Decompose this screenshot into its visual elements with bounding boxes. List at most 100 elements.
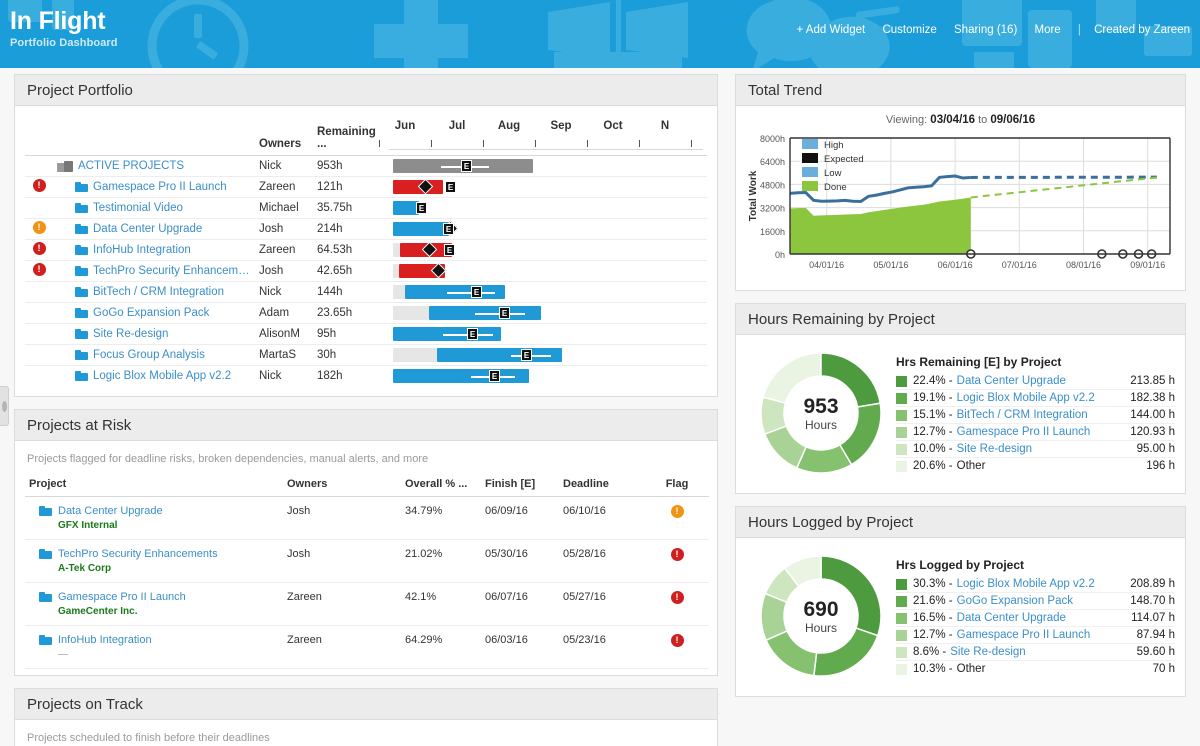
table-row[interactable]: !TechPro Security EnhancementsJosh42.65h	[25, 261, 707, 282]
legend-project-name[interactable]: Gamespace Pro II Launch	[957, 426, 1125, 438]
project-link[interactable]: ACTIVE PROJECTS	[78, 160, 184, 172]
gantt-expected-marker[interactable]: E	[461, 160, 472, 172]
gantt-expected-marker[interactable]: E	[445, 181, 456, 193]
customize-button[interactable]: Customize	[882, 24, 936, 36]
legend-project-name[interactable]: Site Re-design	[957, 443, 1131, 455]
column-header[interactable]: Owners	[283, 474, 401, 497]
legend-row[interactable]: 10.0% -Site Re-design95.00 h	[896, 441, 1175, 458]
legend-row[interactable]: 30.3% -Logic Blox Mobile App v2.2208.89 …	[896, 576, 1175, 593]
table-row[interactable]: GoGo Expansion PackAdam23.65hE	[25, 303, 707, 324]
legend-row[interactable]: 12.7% -Gamespace Pro II Launch87.94 h	[896, 627, 1175, 644]
alert-critical-icon[interactable]: !	[671, 548, 684, 561]
row-owner: Josh	[283, 540, 401, 583]
table-row[interactable]: !Gamespace Pro II LaunchZareen121hE	[25, 177, 707, 198]
table-row[interactable]: !InfoHub IntegrationZareen64.53hE	[25, 240, 707, 261]
gantt-expected-marker[interactable]: E	[521, 349, 532, 361]
legend-project-name[interactable]: GoGo Expansion Pack	[957, 595, 1125, 607]
project-link[interactable]: Gamespace Pro II Launch	[93, 181, 227, 193]
table-row[interactable]: ACTIVE PROJECTSNick953hE	[25, 156, 707, 177]
legend-row[interactable]: 12.7% -Gamespace Pro II Launch120.93 h	[896, 424, 1175, 441]
gantt-expected-marker[interactable]: E	[467, 328, 478, 340]
legend-project-name[interactable]: Logic Blox Mobile App v2.2	[957, 578, 1125, 590]
project-link[interactable]: TechPro Security Enhancements	[93, 265, 251, 277]
legend-row[interactable]: 10.3% -Other70 h	[896, 661, 1175, 677]
gantt-row[interactable]: E	[389, 240, 703, 260]
project-link[interactable]: BitTech / CRM Integration	[93, 286, 224, 298]
gantt-row[interactable]: E	[389, 366, 703, 386]
project-link[interactable]: Logic Blox Mobile App v2.2	[93, 370, 231, 382]
gantt-expected-marker[interactable]: E	[416, 202, 427, 214]
col-owners[interactable]: Owners	[255, 106, 313, 156]
table-row[interactable]: BitTech / CRM IntegrationNick144hE	[25, 282, 707, 303]
gantt-row[interactable]	[389, 261, 703, 281]
gantt-expected-marker[interactable]: E	[444, 244, 455, 256]
legend-project-name[interactable]: Data Center Upgrade	[957, 612, 1125, 624]
table-row[interactable]: InfoHub Integration—Zareen64.29%06/03/16…	[25, 626, 709, 669]
project-link[interactable]: TechPro Security Enhancements	[58, 548, 218, 560]
legend-row[interactable]: 16.5% -Data Center Upgrade114.07 h	[896, 610, 1175, 627]
legend-row[interactable]: 19.1% -Logic Blox Mobile App v2.2182.38 …	[896, 390, 1175, 407]
table-row[interactable]: Logic Blox Mobile App v2.2Nick182hE	[25, 366, 707, 387]
alert-warning-icon[interactable]: !	[671, 505, 684, 518]
column-header[interactable]: Flag	[645, 474, 709, 497]
legend-project-name[interactable]: Site Re-design	[950, 646, 1130, 658]
project-link[interactable]: Data Center Upgrade	[58, 505, 163, 517]
table-row[interactable]: Testimonial VideoMichael35.75hE	[25, 198, 707, 219]
alert-critical-icon[interactable]: !	[33, 242, 46, 255]
alert-critical-icon[interactable]: !	[671, 591, 684, 604]
column-header[interactable]: Deadline	[559, 474, 645, 497]
gantt-row[interactable]: E	[389, 345, 703, 365]
legend-project-name[interactable]: Logic Blox Mobile App v2.2	[957, 392, 1125, 404]
column-header[interactable]: Finish [E]	[481, 474, 559, 497]
legend-project-name[interactable]: Gamespace Pro II Launch	[957, 629, 1131, 641]
project-link[interactable]: InfoHub Integration	[93, 244, 191, 256]
legend-row[interactable]: 22.4% -Data Center Upgrade213.85 h	[896, 373, 1175, 390]
row-owner: Michael	[255, 198, 313, 219]
gantt-expected-marker[interactable]: E	[489, 370, 500, 382]
project-link[interactable]: Data Center Upgrade	[93, 223, 202, 235]
gantt-row[interactable]: E	[389, 303, 703, 323]
legend-row[interactable]: 15.1% -BitTech / CRM Integration144.00 h	[896, 407, 1175, 424]
gantt-expected-marker[interactable]: E	[471, 286, 482, 298]
project-link[interactable]: Testimonial Video	[93, 202, 183, 214]
legend-row[interactable]: 20.6% -Other196 h	[896, 458, 1175, 474]
alert-warning-icon[interactable]: !	[33, 221, 46, 234]
nav-separator: |	[1078, 24, 1081, 36]
project-link[interactable]: Focus Group Analysis	[93, 349, 205, 361]
table-row[interactable]: Site Re-designAlisonM95hE	[25, 324, 707, 345]
gantt-row[interactable]: E	[389, 198, 703, 218]
project-link[interactable]: Gamespace Pro II Launch	[58, 591, 186, 603]
add-widget-button[interactable]: + Add Widget	[797, 24, 866, 36]
gantt-row[interactable]: E	[389, 219, 703, 239]
sidebar-collapse-handle[interactable]	[0, 386, 9, 426]
table-row[interactable]: Focus Group AnalysisMartaS30hE	[25, 345, 707, 366]
gantt-expected-marker[interactable]: E	[443, 223, 454, 235]
trend-chart[interactable]: 0h1600h3200h4800h6400h8000h04/01/1605/01…	[742, 128, 1179, 288]
table-row[interactable]: Data Center UpgradeGFX InternalJosh34.79…	[25, 497, 709, 540]
legend-project-name[interactable]: Data Center Upgrade	[957, 375, 1125, 387]
column-header[interactable]: Project	[25, 474, 283, 497]
gantt-row[interactable]: E	[389, 177, 703, 197]
gantt-row[interactable]: E	[389, 156, 703, 176]
project-portfolio-panel: Project Portfolio Owners Remaining ...	[14, 74, 718, 397]
project-link[interactable]: GoGo Expansion Pack	[93, 307, 209, 319]
legend-row[interactable]: 8.6% -Site Re-design59.60 h	[896, 644, 1175, 661]
legend-project-name[interactable]: BitTech / CRM Integration	[957, 409, 1125, 421]
gantt-expected-marker[interactable]: E	[499, 307, 510, 319]
project-link[interactable]: InfoHub Integration	[58, 634, 152, 646]
alert-critical-icon[interactable]: !	[671, 634, 684, 647]
col-remaining[interactable]: Remaining ...	[313, 106, 385, 156]
more-button[interactable]: More	[1035, 24, 1061, 36]
gantt-row[interactable]: E	[389, 324, 703, 344]
table-row[interactable]: Gamespace Pro II LaunchGameCenter Inc.Za…	[25, 583, 709, 626]
gantt-bar-progress[interactable]	[393, 222, 449, 236]
table-row[interactable]: TechPro Security EnhancementsA-Tek CorpJ…	[25, 540, 709, 583]
legend-row[interactable]: 21.6% -GoGo Expansion Pack148.70 h	[896, 593, 1175, 610]
column-header[interactable]: Overall % ...	[401, 474, 481, 497]
alert-critical-icon[interactable]: !	[33, 179, 46, 192]
table-row[interactable]: !Data Center UpgradeJosh214hE	[25, 219, 707, 240]
sharing-button[interactable]: Sharing (16)	[954, 24, 1017, 36]
project-link[interactable]: Site Re-design	[93, 328, 168, 340]
alert-critical-icon[interactable]: !	[33, 263, 46, 276]
gantt-row[interactable]: E	[389, 282, 703, 302]
